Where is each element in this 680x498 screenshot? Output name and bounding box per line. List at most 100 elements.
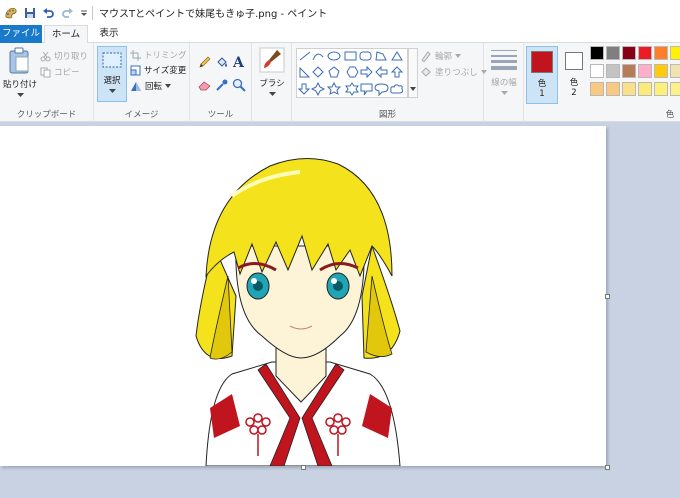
- eraser-icon[interactable]: [198, 79, 212, 91]
- diamond-shape-icon: [312, 66, 324, 78]
- palette-swatch[interactable]: [654, 46, 668, 60]
- rounded-rectangle-shape-icon: [359, 51, 372, 61]
- paste-label: 貼り付け: [3, 80, 38, 90]
- cut-button[interactable]: 切り取り: [40, 50, 88, 62]
- drawing-canvas[interactable]: [0, 126, 606, 466]
- color-picker-icon[interactable]: [215, 78, 229, 92]
- tab-file[interactable]: ファイル: [0, 25, 42, 43]
- star6-shape-icon: [345, 82, 359, 96]
- palette-swatch[interactable]: [638, 82, 652, 96]
- redo-icon[interactable]: [61, 7, 74, 19]
- palette-swatch[interactable]: [670, 46, 680, 60]
- color1-number: 1: [539, 89, 545, 99]
- palette-swatch[interactable]: [622, 82, 636, 96]
- color2-button[interactable]: 色 2: [560, 46, 588, 104]
- crop-button[interactable]: トリミング: [130, 49, 187, 61]
- canvas-resize-handle-right[interactable]: [605, 294, 610, 299]
- shapes-scrollbar[interactable]: [408, 48, 418, 98]
- chevron-down-icon: [165, 84, 172, 88]
- palette-swatch[interactable]: [654, 82, 668, 96]
- crop-label: トリミング: [144, 51, 187, 61]
- palette-swatch[interactable]: [654, 64, 668, 78]
- tab-view[interactable]: 表示: [92, 25, 126, 43]
- tools-group-label: ツール: [207, 110, 234, 120]
- brush-icon: [259, 47, 285, 73]
- right-triangle-shape-icon: [299, 66, 311, 78]
- svg-text:A: A: [232, 55, 245, 70]
- paste-button[interactable]: 貼り付け: [3, 47, 37, 98]
- copy-button[interactable]: コピー: [40, 66, 80, 78]
- size-label: 線の幅: [491, 78, 517, 88]
- rotate-button[interactable]: 回転: [130, 80, 172, 92]
- size-group: 線の幅: [484, 43, 524, 122]
- tab-home[interactable]: ホーム: [44, 25, 88, 44]
- palette-swatch[interactable]: [638, 46, 652, 60]
- customize-toolbar-icon[interactable]: [80, 8, 88, 18]
- palette-swatch[interactable]: [638, 64, 652, 78]
- colors-group-label: 色: [665, 110, 675, 120]
- fill-bucket-icon[interactable]: [215, 55, 229, 69]
- color2-label: 色: [569, 78, 579, 88]
- color1-button[interactable]: 色 1: [526, 46, 558, 104]
- star4-shape-icon: [310, 81, 326, 97]
- brushes-button[interactable]: ブラシ: [256, 47, 288, 97]
- shapes-gallery: [296, 48, 408, 98]
- cloud-shape-icon: [390, 84, 404, 94]
- rotate-icon: [131, 81, 141, 91]
- shapes-group-label: 図形: [378, 110, 396, 120]
- callout-rect-shape-icon: [360, 83, 373, 96]
- fill-button[interactable]: 塗りつぶし: [420, 66, 487, 78]
- copy-icon: [40, 67, 51, 77]
- chevron-down-icon: [500, 91, 508, 95]
- palette-swatch[interactable]: [670, 64, 680, 78]
- title-separator: [92, 5, 93, 20]
- color1-label: 色: [537, 79, 547, 89]
- anime-girl-illustration: [195, 157, 401, 466]
- window-title: マウスTとペイントで妹尾もきゅ子.png - ペイント: [99, 9, 328, 20]
- outline-icon: [421, 51, 431, 62]
- line-width-icon: [491, 50, 517, 70]
- image-group-label: イメージ: [124, 110, 159, 120]
- paint-app-icon: [5, 7, 17, 18]
- palette-swatch[interactable]: [622, 46, 636, 60]
- palette-swatch[interactable]: [606, 64, 620, 78]
- shapes-gallery-icons: [297, 51, 404, 97]
- chevron-down-icon: [108, 89, 116, 93]
- palette-swatch[interactable]: [670, 82, 680, 96]
- title-bar: マウスTとペイントで妹尾もきゅ子.png - ペイント: [0, 0, 680, 25]
- text-tool-icon[interactable]: A: [232, 54, 246, 70]
- palette-swatch[interactable]: [606, 82, 620, 96]
- star5-shape-icon: [326, 81, 342, 95]
- resize-label: サイズ変更: [144, 66, 187, 76]
- polygon-shape-icon: [375, 51, 387, 61]
- palette-swatch[interactable]: [606, 46, 620, 60]
- pencil-icon[interactable]: [198, 55, 212, 69]
- canvas-resize-handle-corner[interactable]: [605, 465, 610, 470]
- brush-label: ブラシ: [259, 79, 285, 89]
- outline-button[interactable]: 輪郭: [420, 50, 462, 62]
- arrow-down-shape-icon: [297, 83, 311, 95]
- clipboard-group: 貼り付け 切り取り コピー クリップボード: [0, 43, 94, 122]
- palette-swatch[interactable]: [590, 46, 604, 60]
- color1-swatch: [531, 51, 553, 73]
- select-button[interactable]: 選択: [97, 46, 127, 102]
- magnifier-icon[interactable]: [232, 78, 246, 92]
- ribbon-tabs: ファイル ホーム 表示: [0, 25, 680, 44]
- arrow-right-shape-icon: [360, 65, 373, 79]
- size-button[interactable]: 線の幅: [487, 48, 521, 96]
- chevron-down-icon: [410, 87, 416, 91]
- cut-label: 切り取り: [54, 52, 89, 62]
- resize-button[interactable]: サイズ変更: [130, 64, 186, 76]
- palette-swatch[interactable]: [622, 64, 636, 78]
- chevron-down-icon: [16, 93, 24, 97]
- palette-swatch[interactable]: [590, 64, 604, 78]
- chevron-down-icon: [268, 92, 276, 96]
- canvas-resize-handle-bottom[interactable]: [301, 465, 306, 470]
- fill-icon: [421, 67, 431, 77]
- undo-icon[interactable]: [42, 7, 55, 19]
- color-palette: [590, 46, 680, 102]
- select-label: 選択: [103, 76, 121, 86]
- palette-swatch[interactable]: [590, 82, 604, 96]
- save-icon[interactable]: [24, 7, 36, 19]
- triangle-shape-icon: [391, 51, 403, 61]
